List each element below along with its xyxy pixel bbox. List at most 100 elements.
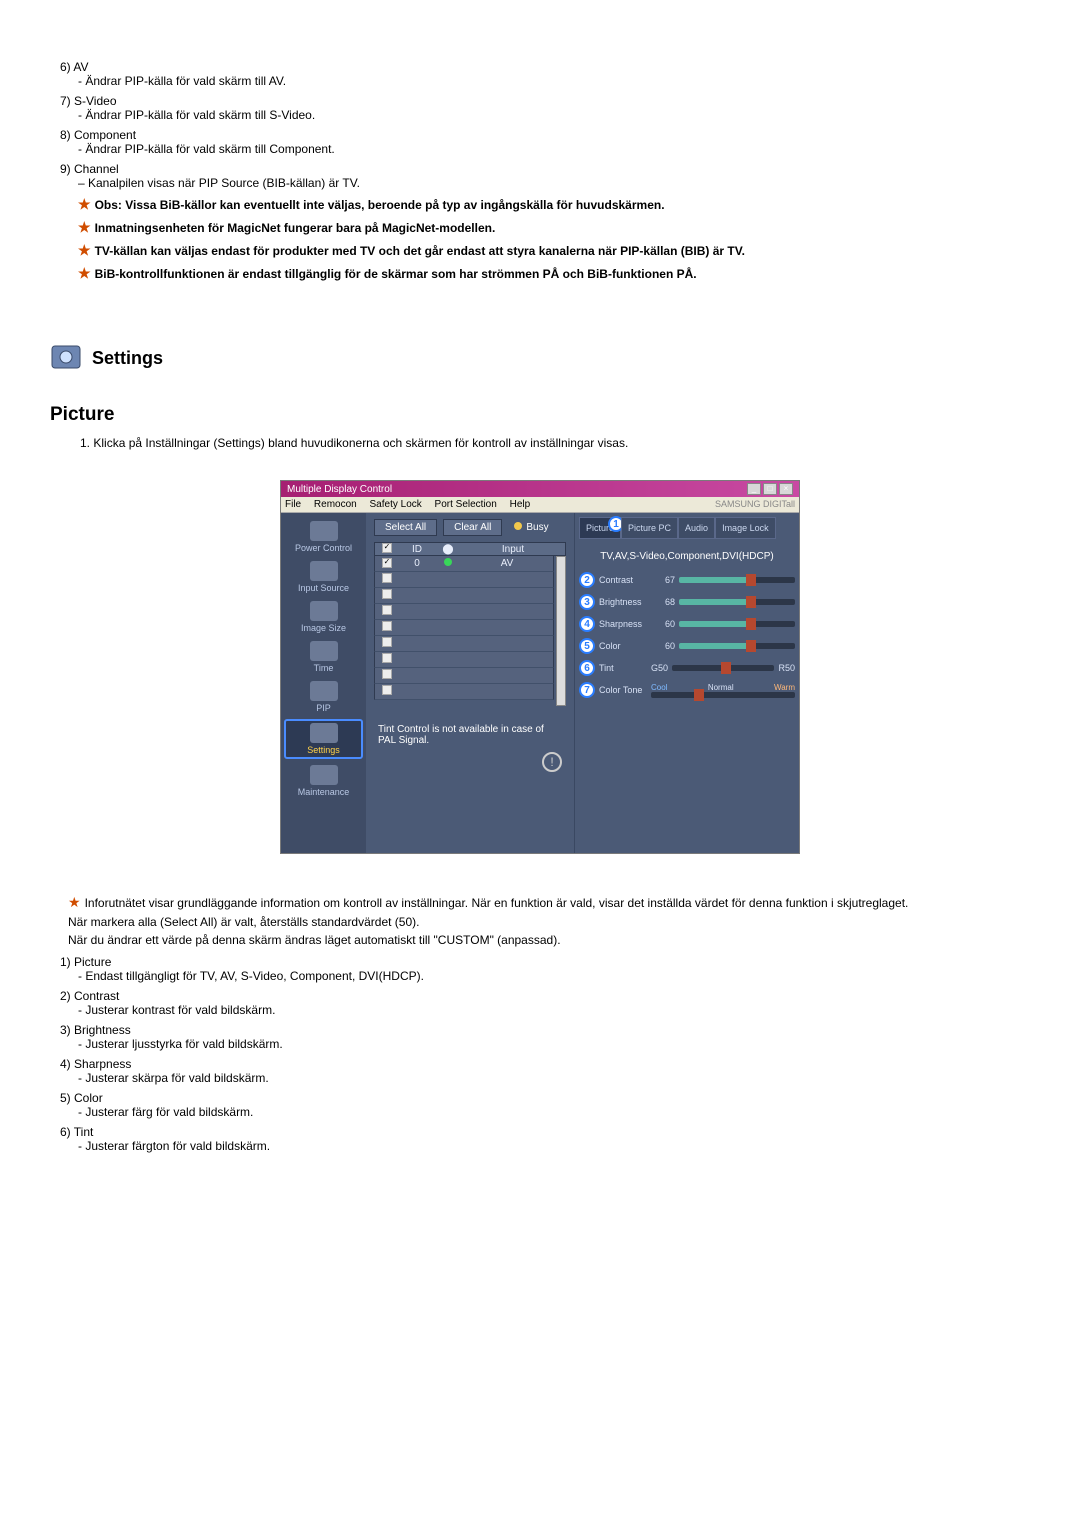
- row-checkbox[interactable]: [382, 573, 392, 583]
- sidebar-item-time[interactable]: Time: [284, 639, 363, 675]
- star-icon: ★: [78, 219, 91, 235]
- slider-label-tint: Tint: [599, 663, 647, 673]
- item-num: 6): [60, 60, 71, 74]
- tab-image-lock[interactable]: Image Lock: [715, 517, 776, 539]
- row-input: AV: [461, 558, 553, 569]
- item-desc: - Justerar färgton för vald bildskärm.: [78, 1139, 1030, 1153]
- row-checkbox[interactable]: [382, 589, 392, 599]
- warning-icon: !: [542, 752, 562, 772]
- close-button[interactable]: ×: [779, 483, 793, 495]
- item-label: Color: [74, 1091, 103, 1105]
- row-checkbox[interactable]: [382, 605, 392, 615]
- sidebar-item-settings[interactable]: Settings: [284, 719, 363, 759]
- clear-all-button[interactable]: Clear All: [443, 519, 502, 536]
- menu-safety-lock[interactable]: Safety Lock: [370, 499, 422, 510]
- tone-warm: Warm: [774, 683, 795, 692]
- sidebar: Power Control Input Source Image Size Ti…: [281, 513, 366, 853]
- menu-port-selection[interactable]: Port Selection: [435, 499, 497, 510]
- tab-picture-pc[interactable]: Picture PC: [621, 517, 678, 539]
- intro-text: Klicka på Inställningar (Settings) bland…: [93, 436, 628, 450]
- item-desc: - Ändrar PIP-källa för vald skärm till A…: [78, 74, 1030, 88]
- mdc-window: Multiple Display Control _ □ × File Remo…: [280, 480, 800, 854]
- menu-help[interactable]: Help: [510, 499, 531, 510]
- sidebar-label: Power Control: [295, 543, 352, 553]
- sidebar-item-input[interactable]: Input Source: [284, 559, 363, 595]
- header-checkbox[interactable]: [382, 543, 392, 553]
- info-text: Inforutnätet visar grundläggande informa…: [85, 896, 909, 910]
- select-all-button[interactable]: Select All: [374, 519, 437, 536]
- row-id: 0: [399, 558, 435, 569]
- slider-label-color: Color: [599, 641, 647, 651]
- sidebar-item-pip[interactable]: PIP: [284, 679, 363, 715]
- sharpness-slider[interactable]: [679, 621, 795, 627]
- row-checkbox[interactable]: [382, 685, 392, 695]
- tab-audio[interactable]: Audio: [678, 517, 715, 539]
- contrast-slider[interactable]: [679, 577, 795, 583]
- tone-normal: Normal: [708, 683, 734, 692]
- slider-value: 67: [651, 575, 675, 585]
- item-label: Tint: [74, 1125, 94, 1139]
- star-icon: ★: [78, 242, 91, 258]
- item-num: 8): [60, 128, 71, 142]
- table-row[interactable]: [374, 588, 554, 604]
- row-checkbox[interactable]: [382, 621, 392, 631]
- star-icon: ★: [78, 265, 91, 281]
- item-desc: - Ändrar PIP-källa för vald skärm till S…: [78, 108, 1030, 122]
- sidebar-item-power[interactable]: Power Control: [284, 519, 363, 555]
- tint-slider[interactable]: [672, 665, 774, 671]
- row-checkbox[interactable]: [382, 669, 392, 679]
- table-row[interactable]: [374, 604, 554, 620]
- busy-label: Busy: [526, 522, 548, 533]
- mode-label: TV,AV,S-Video,Component,DVI(HDCP): [579, 551, 795, 562]
- picture-title: Picture: [50, 404, 1030, 426]
- menubar: File Remocon Safety Lock Port Selection …: [281, 497, 799, 513]
- info-line3: När du ändrar ett värde på denna skärm ä…: [68, 933, 1030, 947]
- grid-scrollbar[interactable]: [556, 556, 566, 706]
- row-checkbox[interactable]: [382, 653, 392, 663]
- brightness-slider[interactable]: [679, 599, 795, 605]
- item-num: 9): [60, 162, 71, 176]
- sidebar-item-image-size[interactable]: Image Size: [284, 599, 363, 635]
- table-row[interactable]: [374, 620, 554, 636]
- star-icon: ★: [68, 894, 81, 910]
- tint-right: R50: [778, 663, 795, 673]
- menu-remocon[interactable]: Remocon: [314, 499, 357, 510]
- item-num: 7): [60, 94, 71, 108]
- intro-num: 1.: [80, 436, 90, 450]
- item-label: Channel: [74, 162, 119, 176]
- callout-7: 7: [579, 682, 595, 698]
- item-num: 4): [60, 1057, 71, 1071]
- slider-label-tone: Color Tone: [599, 685, 647, 695]
- row-checkbox[interactable]: [382, 637, 392, 647]
- sidebar-item-maintenance[interactable]: Maintenance: [284, 763, 363, 799]
- table-row[interactable]: [374, 668, 554, 684]
- pip-source-list: 6) AV - Ändrar PIP-källa för vald skärm …: [60, 60, 1030, 282]
- minimize-button[interactable]: _: [747, 483, 761, 495]
- note: BiB-kontrollfunktionen är endast tillgän…: [95, 267, 697, 281]
- callout-4: 4: [579, 616, 595, 632]
- color-tone-slider[interactable]: [651, 692, 795, 698]
- note: TV-källan kan väljas endast för produkte…: [95, 244, 745, 258]
- tab-picture[interactable]: Picture 1: [579, 517, 621, 539]
- item-num: 6): [60, 1125, 71, 1139]
- item-desc: - Justerar färg för vald bildskärm.: [78, 1105, 1030, 1119]
- maximize-button[interactable]: □: [763, 483, 777, 495]
- row-checkbox[interactable]: [382, 558, 392, 568]
- sidebar-label: PIP: [316, 703, 331, 713]
- sidebar-label: Maintenance: [298, 787, 350, 797]
- item-num: 1): [60, 955, 71, 969]
- col-id: ID: [399, 544, 435, 555]
- tab-label: Audio: [685, 523, 708, 533]
- color-slider[interactable]: [679, 643, 795, 649]
- table-row[interactable]: [374, 636, 554, 652]
- item-label: Contrast: [74, 989, 119, 1003]
- table-row[interactable]: [374, 684, 554, 700]
- item-label: Sharpness: [74, 1057, 131, 1071]
- info-line2: När markera alla (Select All) är valt, å…: [68, 915, 1030, 929]
- brand-label: SAMSUNG DIGITall: [715, 499, 795, 510]
- table-row[interactable]: [374, 572, 554, 588]
- table-row[interactable]: 0 AV: [374, 556, 554, 572]
- item-num: 3): [60, 1023, 71, 1037]
- menu-file[interactable]: File: [285, 499, 301, 510]
- table-row[interactable]: [374, 652, 554, 668]
